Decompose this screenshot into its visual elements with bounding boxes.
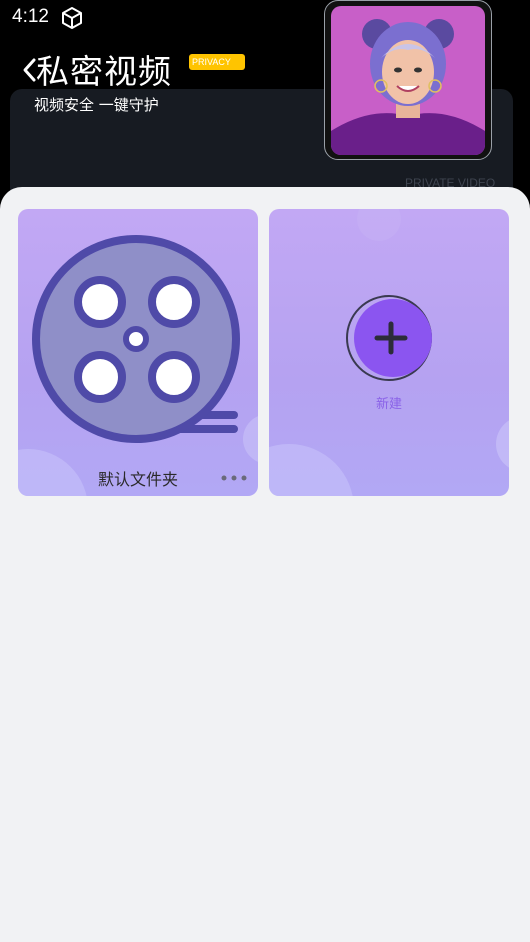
status-time: 4:12 [12,6,49,27]
page-title: 私密视频 [36,52,172,91]
add-folder-button[interactable] [345,294,433,382]
more-options-icon[interactable] [220,473,248,483]
folder-card-default[interactable]: 默认文件夹 [18,209,258,496]
new-folder-card[interactable]: 新建 [269,209,509,496]
chevron-left-icon [23,58,36,82]
privacy-badge: PRIVACY [189,54,245,70]
video-preview-window[interactable] [324,0,492,160]
new-folder-label: 新建 [375,397,402,412]
film-reel-icon [32,235,240,443]
header-subtitle: 视频安全 一键守护 [34,96,159,114]
cube-icon [62,7,82,29]
video-preview-image [331,6,485,155]
